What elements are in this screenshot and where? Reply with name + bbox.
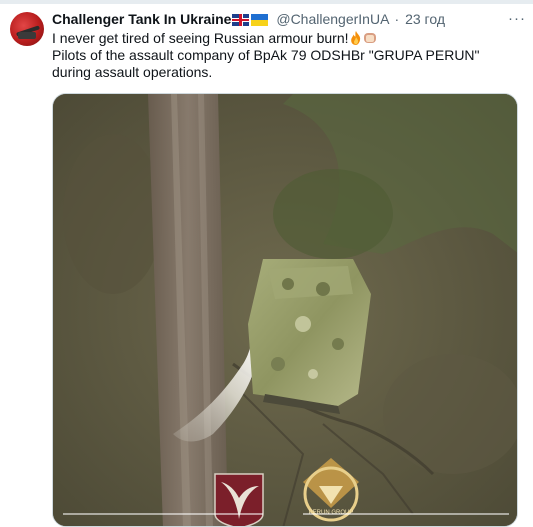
- perun-group-logo-text: PERUN GROUP: [309, 510, 354, 516]
- camouflaged-vehicle: [248, 259, 371, 414]
- tweet-text-line-2: Pilots of the assault company of BpAk 79…: [52, 47, 522, 81]
- more-icon[interactable]: ···: [507, 11, 527, 28]
- avatar[interactable]: [10, 12, 44, 46]
- avatar-tank-hull: [18, 32, 36, 39]
- handle[interactable]: @ChallengerInUA: [276, 11, 388, 27]
- ukraine-flag-icon: [251, 14, 269, 26]
- tweet-text-line-1: I never get tired of seeing Russian armo…: [52, 30, 522, 47]
- tweet-text: I never get tired of seeing Russian armo…: [52, 30, 522, 81]
- separator-dot: ·: [394, 11, 400, 27]
- tweet-video[interactable]: PERUN GROUP: [52, 93, 518, 527]
- tweet-text-line-1-content: I never get tired of seeing Russian armo…: [52, 30, 349, 46]
- bread-emoji-icon: [363, 33, 376, 43]
- tweet-text-line-2-content: Pilots of the assault company of BpAk 79…: [52, 47, 480, 80]
- uk-flag-icon: [232, 14, 250, 26]
- tweet-header: Challenger Tank In Ukraine @ChallengerIn…: [52, 9, 445, 29]
- display-name[interactable]: Challenger Tank In Ukraine: [52, 11, 231, 27]
- video-frame: PERUN GROUP: [53, 94, 517, 526]
- tweet[interactable]: Challenger Tank In Ukraine @ChallengerIn…: [0, 4, 533, 527]
- fire-emoji-icon: [350, 31, 360, 45]
- timestamp[interactable]: 23 год: [405, 11, 445, 27]
- brigade-emblem: [214, 473, 264, 526]
